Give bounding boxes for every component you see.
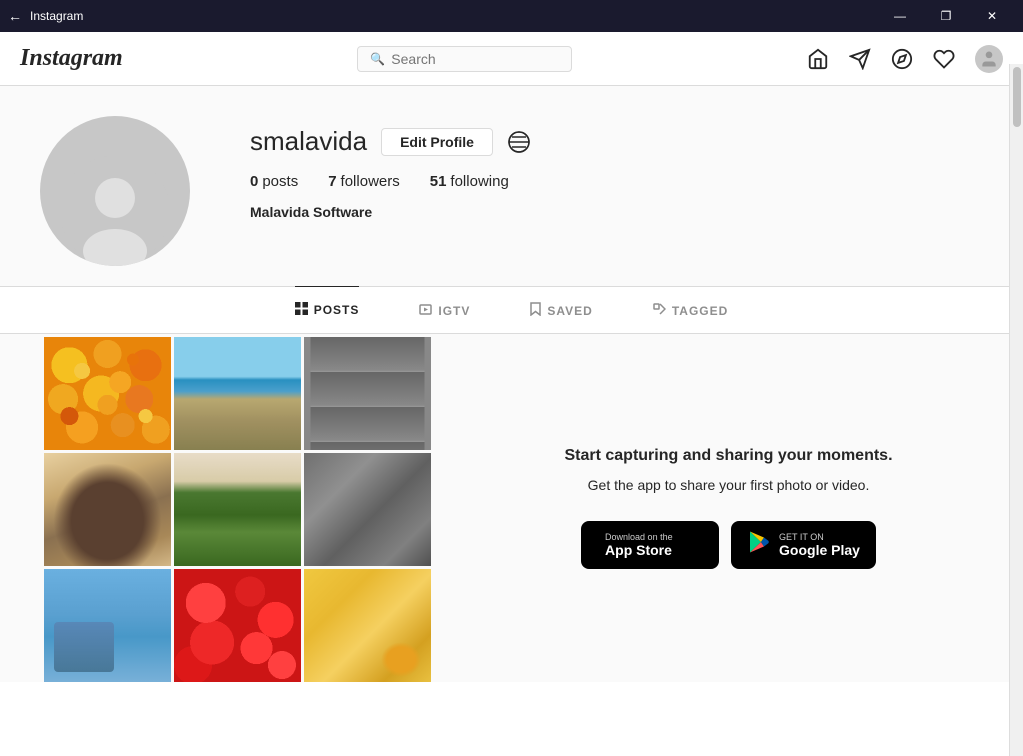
following-stat[interactable]: 51 following [430,173,509,190]
google-play-button[interactable]: GET IT ON Google Play [731,521,876,569]
window-controls: — ❐ ✕ [877,0,1015,32]
profile-stats: 0 posts 7 followers 51 following [250,173,983,190]
google-play-text: GET IT ON Google Play [779,532,860,558]
photo-cell-dog[interactable] [44,453,171,566]
saved-tab-label: SAVED [547,304,592,318]
photo-cell-flowers[interactable] [174,569,301,682]
following-label: following [450,173,508,190]
search-bar[interactable]: 🔍 [357,46,572,72]
title-bar-left: ← Instagram [8,8,83,24]
profile-tabs: POSTS IGTV SAVED TAGGED [0,287,1023,333]
photo-cell-cactus[interactable] [174,453,301,566]
photo-cell-photostrip[interactable] [304,337,431,450]
tab-igtv[interactable]: IGTV [419,287,470,333]
home-icon[interactable] [807,48,829,70]
edit-profile-button[interactable]: Edit Profile [381,128,493,156]
photo-cell-cat[interactable] [304,569,431,682]
posts-label: posts [262,173,298,190]
send-icon[interactable] [849,48,871,70]
tab-tagged[interactable]: TAGGED [653,287,728,333]
app-buttons: Download on the App Store GE [581,521,876,569]
profile-avatar-nav[interactable] [975,45,1003,73]
app-title: Instagram [30,9,83,23]
posts-tab-label: POSTS [314,303,360,317]
profile-info: smalavida Edit Profile 0 posts [250,116,983,220]
profile-username-row: smalavida Edit Profile [250,126,983,157]
posts-tab-icon [295,302,308,318]
app-store-main-text: App Store [605,542,673,558]
scrollbar[interactable] [1009,64,1023,756]
followers-label: followers [341,173,400,190]
tab-saved[interactable]: SAVED [530,287,592,333]
photo-cell-coast[interactable] [174,337,301,450]
explore-icon[interactable] [891,48,913,70]
photo-cell-baby[interactable] [304,453,431,566]
search-icon: 🔍 [370,52,385,66]
content-area: Start capturing and sharing your moments… [0,334,1023,682]
tagged-tab-icon [653,303,666,319]
igtv-tab-icon [419,303,432,319]
tagged-tab-label: TAGGED [672,304,728,318]
minimize-button[interactable]: — [877,0,923,32]
app-tagline: Start capturing and sharing your moments… [564,447,892,465]
followers-stat[interactable]: 7 followers [328,173,400,190]
google-play-main-text: Google Play [779,542,860,558]
heart-icon[interactable] [933,48,955,70]
title-bar: ← Instagram — ❐ ✕ [0,0,1023,32]
following-count: 51 [430,173,447,190]
profile-username: smalavida [250,126,367,157]
google-play-icon [747,529,771,561]
top-nav: Instagram 🔍 [0,32,1023,86]
nav-icons [807,45,1003,73]
app-section: Start capturing and sharing your moments… [434,334,1023,682]
close-button[interactable]: ✕ [969,0,1015,32]
profile-avatar [40,116,190,266]
profile-display-name: Malavida Software [250,204,983,220]
app-store-top-text: Download on the [605,532,673,542]
igtv-tab-label: IGTV [438,304,470,318]
maximize-button[interactable]: ❐ [923,0,969,32]
followers-count: 7 [328,173,336,190]
app-subtitle: Get the app to share your first photo or… [588,477,870,493]
photo-grid [0,334,434,682]
instagram-logo: Instagram [20,45,123,72]
app-store-text: Download on the App Store [605,532,673,558]
posts-count: 0 [250,173,258,190]
search-input[interactable] [391,51,559,67]
posts-stat: 0 posts [250,173,298,190]
tab-posts[interactable]: POSTS [295,286,360,333]
profile-area: smalavida Edit Profile 0 posts [0,86,1023,286]
scrollbar-thumb[interactable] [1013,67,1021,127]
google-play-top-text: GET IT ON [779,532,860,542]
settings-icon-button[interactable] [507,130,531,154]
back-button[interactable]: ← [8,8,22,24]
photo-cell-oranges[interactable] [44,337,171,450]
saved-tab-icon [530,302,541,319]
photo-cell-sky[interactable] [44,569,171,682]
main-container: Instagram 🔍 [0,32,1023,682]
app-store-button[interactable]: Download on the App Store [581,521,719,569]
avatar-placeholder [40,116,190,266]
